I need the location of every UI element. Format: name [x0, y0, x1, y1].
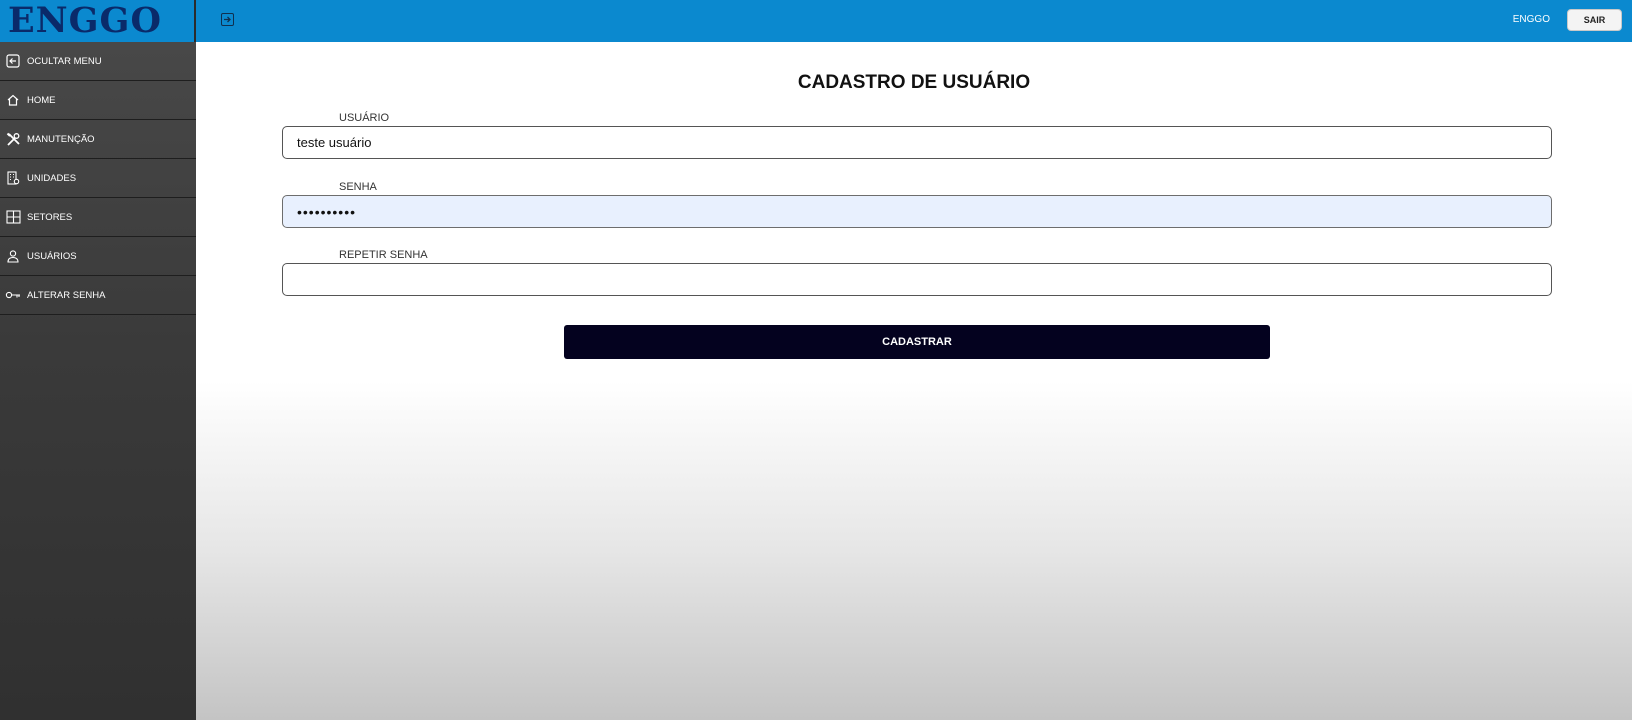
user-icon: [5, 248, 21, 264]
logout-button[interactable]: SAIR: [1567, 9, 1622, 31]
page-title: CADASTRO DE USUÁRIO: [797, 72, 1031, 93]
sidebar-item-usuarios[interactable]: USUÁRIOS: [0, 237, 196, 276]
logo: ENGGO: [8, 0, 162, 41]
building-icon: [5, 170, 21, 186]
repetir-senha-input[interactable]: [282, 263, 1552, 296]
main-content: CADASTRO DE USUÁRIO USUÁRIO SENHA REPETI…: [196, 42, 1632, 720]
sidebar-item-label: SETORES: [27, 211, 73, 223]
sidebar-item-label: MANUTENÇÃO: [27, 133, 95, 145]
sidebar-item-manutencao[interactable]: MANUTENÇÃO: [0, 120, 196, 159]
sidebar-item-label: USUÁRIOS: [27, 250, 77, 262]
senha-input[interactable]: [282, 195, 1552, 228]
tools-icon: [5, 131, 21, 147]
logo-area: ENGGO: [0, 0, 196, 42]
top-bar: ENGGO ENGGO SAIR: [0, 0, 1632, 42]
sidebar-item-label: ALTERAR SENHA: [27, 289, 106, 301]
sidebar-item-setores[interactable]: SETORES: [0, 198, 196, 237]
sidebar-item-alterar-senha[interactable]: ALTERAR SENHA: [0, 276, 196, 315]
sidebar-item-label: HOME: [27, 94, 56, 106]
expand-menu-icon[interactable]: [221, 13, 234, 26]
grid-icon: [5, 209, 21, 225]
sidebar-item-ocultar-menu[interactable]: OCULTAR MENU: [0, 42, 196, 81]
repetir-senha-label: REPETIR SENHA: [339, 249, 428, 261]
home-icon: [5, 92, 21, 108]
usuario-label: USUÁRIO: [339, 112, 390, 124]
sidebar-item-label: UNIDADES: [27, 172, 77, 184]
hide-menu-icon: [5, 53, 21, 69]
sidebar-item-unidades[interactable]: UNIDADES: [0, 159, 196, 198]
sidebar: OCULTAR MENU HOME MANUTENÇÃO UNIDADES SE…: [0, 42, 196, 720]
sidebar-item-home[interactable]: HOME: [0, 81, 196, 120]
usuario-input[interactable]: [282, 126, 1552, 159]
username-label: ENGGO: [1512, 14, 1550, 25]
senha-label: SENHA: [339, 181, 377, 193]
sidebar-item-label: OCULTAR MENU: [27, 55, 102, 67]
cadastrar-button[interactable]: CADASTRAR: [564, 325, 1270, 359]
key-icon: [5, 287, 21, 303]
